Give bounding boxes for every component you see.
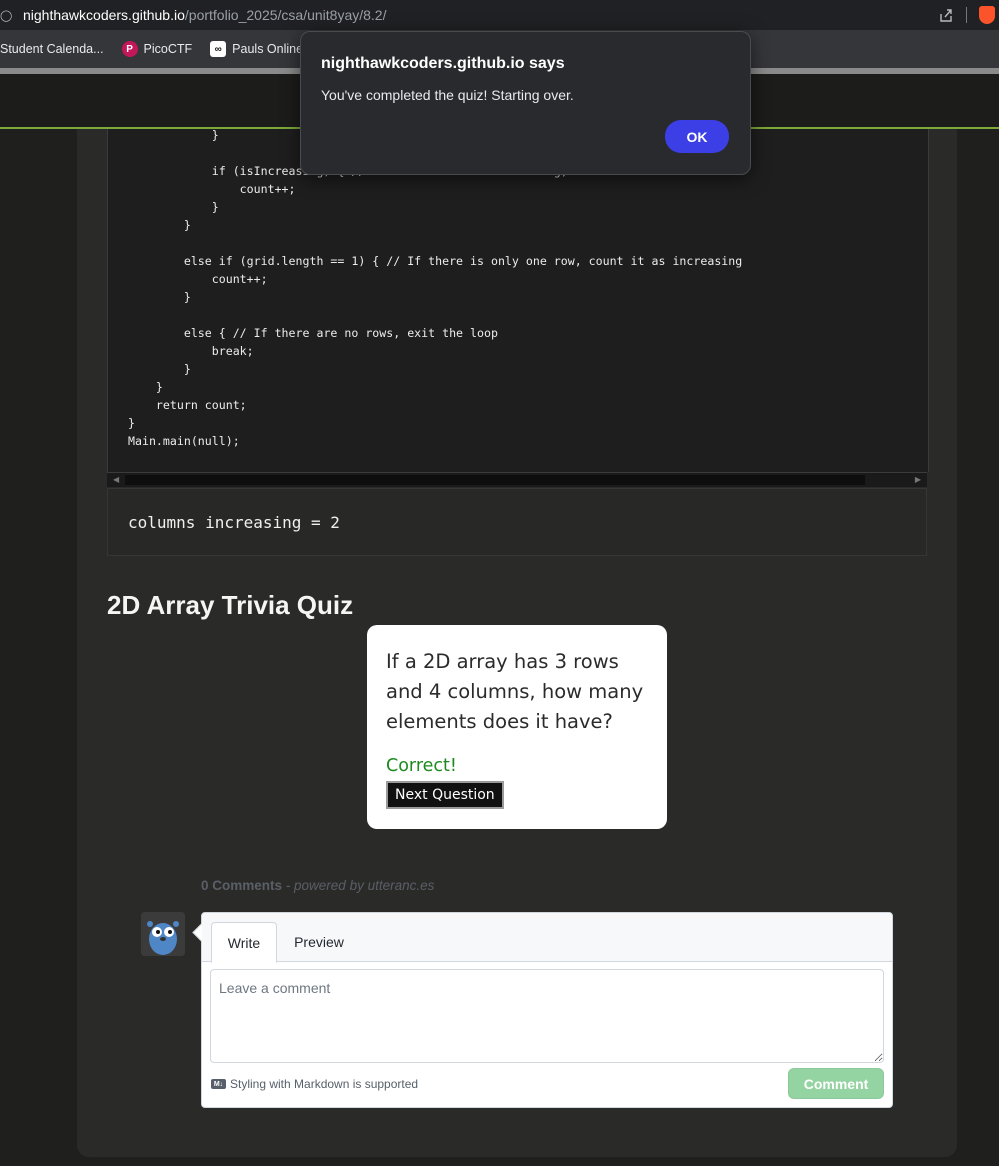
scroll-left-icon[interactable]: ◀: [113, 475, 119, 484]
comments-count[interactable]: 0 Comments: [201, 878, 282, 893]
quiz-question: If a 2D array has 3 rows and 4 columns, …: [386, 650, 644, 733]
avatar[interactable]: [141, 912, 185, 956]
gopher-avatar-icon: [141, 912, 185, 956]
url-path: /portfolio_2025/csa/unit8yay/8.2/: [184, 7, 387, 23]
horizontal-scrollbar[interactable]: ◀ ▶: [107, 472, 927, 487]
bookmark-picoctf[interactable]: P PicoCTF: [121, 41, 193, 57]
alert-ok-button[interactable]: OK: [665, 120, 729, 153]
next-question-button[interactable]: Next Question: [386, 781, 504, 809]
alert-message: You've completed the quiz! Starting over…: [321, 87, 574, 103]
infinity-icon: ∞: [210, 41, 227, 57]
markdown-icon: M↓: [211, 1079, 226, 1089]
url-host: nighthawkcoders.github.io: [23, 7, 185, 23]
toolbar-divider: [966, 7, 967, 23]
comment-button[interactable]: Comment: [788, 1068, 884, 1099]
code-output: columns increasing = 2: [107, 488, 927, 556]
comment-box: Write Preview M↓ Styling with Markdown i…: [192, 912, 893, 1108]
picoctf-icon: P: [121, 41, 138, 57]
code-block: } if (isIncreasing) { // If the column i…: [107, 128, 929, 472]
bookmark-student-calendar[interactable]: Student Calenda...: [0, 42, 104, 56]
tab-preview[interactable]: Preview: [284, 922, 354, 961]
markdown-note-text: Styling with Markdown is supported: [230, 1077, 419, 1091]
brave-shield-icon[interactable]: [979, 6, 995, 24]
toolbar-right: [938, 6, 995, 24]
bookmark-label: Student Calenda...: [0, 42, 104, 56]
powered-by[interactable]: - powered by utteranc.es: [282, 878, 435, 893]
share-icon[interactable]: [938, 7, 954, 23]
comments-header: 0 Comments - powered by utteranc.es: [201, 878, 434, 893]
site-info-icon[interactable]: ◯: [0, 9, 14, 22]
markdown-note[interactable]: M↓ Styling with Markdown is supported: [211, 1077, 418, 1091]
alert-dialog: nighthawkcoders.github.io says You've co…: [300, 31, 751, 175]
address-bar[interactable]: ◯ nighthawkcoders.github.io/portfolio_20…: [0, 0, 999, 30]
quiz-card: If a 2D array has 3 rows and 4 columns, …: [367, 625, 667, 829]
scrollbar-thumb[interactable]: [125, 475, 865, 485]
comment-tabs: Write Preview: [202, 913, 892, 963]
tab-write[interactable]: Write: [211, 922, 277, 963]
quiz-feedback: Correct!: [386, 756, 457, 776]
output-text: columns increasing = 2: [128, 513, 340, 532]
comment-textarea[interactable]: [210, 969, 884, 1063]
alert-title: nighthawkcoders.github.io says: [321, 55, 565, 72]
scroll-right-icon[interactable]: ▶: [915, 475, 921, 484]
bookmark-label: PicoCTF: [143, 42, 193, 56]
quiz-heading: 2D Array Trivia Quiz: [107, 590, 354, 620]
